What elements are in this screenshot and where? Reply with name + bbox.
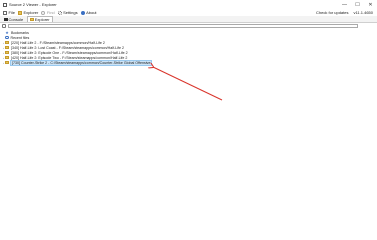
menu-find-label: Find <box>46 10 55 15</box>
tab-explorer-label: Explorer <box>34 16 50 22</box>
folder-icon <box>5 46 9 49</box>
menu-file-label: File <box>8 10 15 15</box>
close-button[interactable]: ✕ <box>364 0 377 9</box>
menu-right: Check for updates v11.1.4650 <box>316 9 373 16</box>
tree-item-label: [420] Half-Life 2: Episode Two - F:/Stea… <box>11 55 128 60</box>
menu-about-label: About <box>86 10 97 15</box>
menu-explorer-label: Explorer <box>23 10 39 15</box>
menu-find[interactable]: Find <box>41 10 55 15</box>
folder-icon <box>5 56 9 59</box>
settings-icon <box>57 10 62 15</box>
about-icon <box>80 10 85 15</box>
tree-item-label: Recent files <box>10 35 30 40</box>
filter-input[interactable] <box>8 24 358 28</box>
filter-icon[interactable] <box>2 24 6 28</box>
menu-settings-label: Settings <box>63 10 78 15</box>
window-controls: — ☐ ✕ <box>338 0 377 9</box>
tree-item-label: Bookmarks <box>11 30 29 35</box>
minimize-button[interactable]: — <box>338 0 351 9</box>
title-bar: Source 2 Viewer - Explorer — ☐ ✕ <box>0 0 377 9</box>
menu-explorer[interactable]: Explorer <box>17 10 39 15</box>
explorer-icon <box>17 10 22 15</box>
menu-bar: File Explorer Find Settings About Check … <box>0 9 377 16</box>
folder-icon <box>5 61 9 64</box>
tree-item-label: [730] Counter-Strike 2 - C:/Steam/steama… <box>9 59 153 66</box>
folder-icon <box>5 41 9 44</box>
tree-item-label: [220] Half-Life 2 - F:/Steam/steamapps/c… <box>11 40 105 45</box>
window-title: Source 2 Viewer - Explorer <box>9 2 57 7</box>
check-updates-link[interactable]: Check for updates <box>316 10 348 15</box>
tab-console[interactable]: Console <box>2 17 25 23</box>
version-label: v11.1.4650 <box>353 10 374 15</box>
tab-bar: Console Explorer <box>0 15 377 23</box>
menu-settings[interactable]: Settings <box>57 10 78 15</box>
tab-explorer[interactable]: Explorer <box>27 15 53 22</box>
explorer-tree: ★ Bookmarks Recent files › [220] Half-Li… <box>2 29 370 66</box>
annotation-arrow-line <box>153 67 223 101</box>
tab-console-label: Console <box>8 16 24 22</box>
tree-item-label: [380] Half-Life 2: Episode One - F:/Stea… <box>11 50 128 55</box>
explorer-toolbar <box>0 23 377 29</box>
menu-about[interactable]: About <box>80 10 97 15</box>
folder-icon <box>5 51 9 54</box>
file-icon <box>3 10 7 15</box>
explorer-icon <box>30 17 34 21</box>
tree-item-folder-selected[interactable]: › [730] Counter-Strike 2 - C:/Steam/stea… <box>2 59 370 66</box>
clock-icon <box>5 35 9 40</box>
maximize-button[interactable]: ☐ <box>351 0 364 9</box>
tree-item-label: [340] Half-Life 2: Lost Coast - F:/Steam… <box>11 45 125 50</box>
menu-file[interactable]: File <box>3 10 15 15</box>
console-icon <box>4 17 8 21</box>
find-icon <box>41 10 46 15</box>
app-icon <box>3 2 7 7</box>
star-icon: ★ <box>5 29 9 35</box>
